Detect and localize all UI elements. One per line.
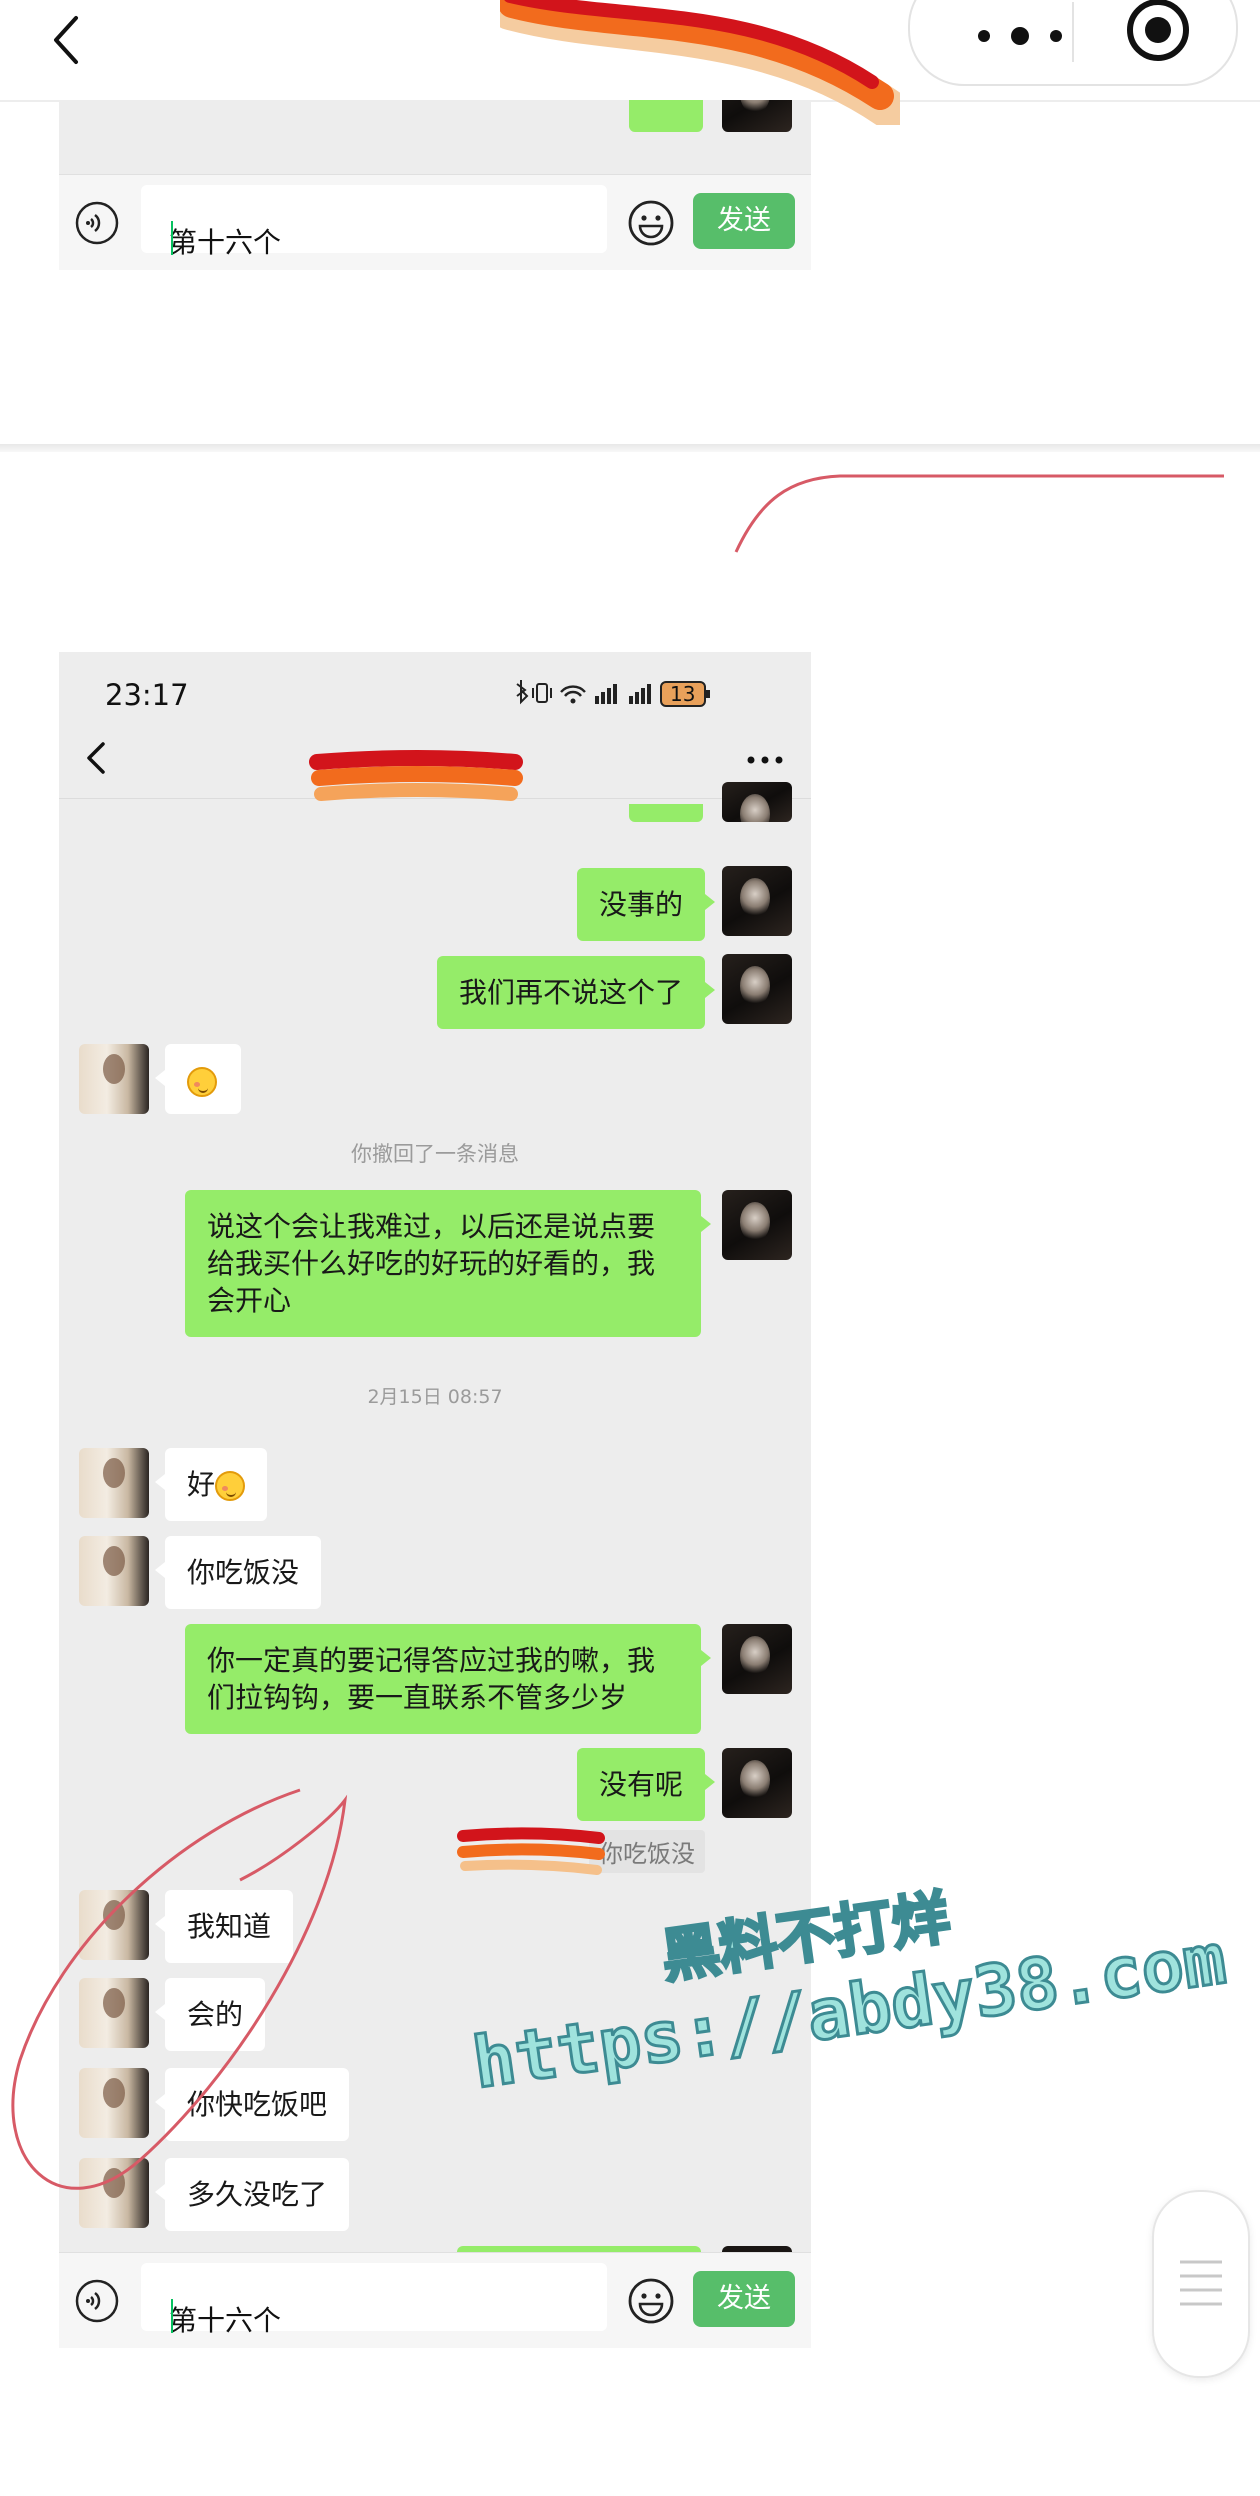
section-separator bbox=[0, 444, 1260, 452]
message-bubble-other[interactable]: 好 bbox=[154, 1448, 268, 1521]
avatar-self[interactable] bbox=[722, 1748, 792, 1818]
avatar-self bbox=[722, 782, 792, 822]
draft-text: 第十六个 bbox=[169, 2304, 282, 2337]
smiley-icon[interactable] bbox=[627, 199, 675, 247]
more-dots-icon[interactable] bbox=[960, 16, 1080, 56]
message-bubble-other[interactable]: 你吃饭没 bbox=[154, 1536, 322, 1609]
partial-bubble bbox=[629, 100, 703, 132]
text-caret bbox=[171, 2299, 173, 2333]
message-bubble-me[interactable]: 说这个会让我难过，以后还是说点要给我买什么好吃的好玩的好看的，我会开心 bbox=[185, 1190, 711, 1337]
avatar-contact[interactable] bbox=[79, 1044, 149, 1114]
avatar-contact[interactable] bbox=[79, 1536, 149, 1606]
timestamp: 2月15日 08:57 bbox=[367, 1386, 503, 1408]
chat-panel-top: 第十六个 发送 bbox=[59, 100, 811, 270]
redaction-mark-name bbox=[309, 750, 523, 801]
status-time: 23:17 bbox=[105, 678, 189, 712]
avatar-self[interactable] bbox=[722, 1190, 792, 1260]
back-chevron-icon[interactable] bbox=[40, 8, 100, 68]
status-bar: 23:17 13 bbox=[59, 652, 811, 714]
menu-lines-icon bbox=[1180, 2260, 1222, 2306]
voice-icon[interactable] bbox=[75, 201, 119, 245]
draft-text: 第十六个 bbox=[169, 226, 282, 259]
capsule-divider bbox=[1072, 2, 1074, 62]
message-input[interactable]: 第十六个 bbox=[141, 2263, 607, 2337]
message-bubble-me[interactable]: 你一定真的要记得答应过我的嗽，我们拉钩钩，要一直联系不管多少岁 bbox=[185, 1624, 711, 1734]
message-input[interactable]: 第十六个 bbox=[141, 185, 607, 259]
back-chevron-icon[interactable] bbox=[81, 740, 111, 776]
message-bubble-me[interactable]: 我们再不说这个了 bbox=[436, 956, 716, 1029]
message-bubble-me[interactable]: 没事的 bbox=[576, 868, 716, 941]
send-button[interactable]: 发送 bbox=[693, 193, 795, 249]
annotation-circle bbox=[11, 1788, 348, 2190]
redaction-mark-quote bbox=[457, 1827, 605, 1875]
avatar-self[interactable] bbox=[722, 1624, 792, 1694]
avatar-self bbox=[722, 100, 792, 132]
input-bar-top: 第十六个 发送 bbox=[59, 174, 811, 270]
floating-menu-button[interactable] bbox=[1152, 2190, 1250, 2378]
partial-bubble bbox=[629, 804, 703, 822]
smile-emoji-icon bbox=[215, 1471, 246, 1501]
message-bubble-me[interactable]: 没有呢 bbox=[576, 1748, 716, 1821]
system-message: 你撤回了一条消息 bbox=[351, 1142, 519, 1166]
avatar-self[interactable] bbox=[722, 866, 792, 936]
input-bar-bottom: 第十六个 发送 bbox=[59, 2252, 811, 2348]
avatar-self[interactable] bbox=[722, 954, 792, 1024]
battery-level: 13 bbox=[670, 682, 696, 706]
message-text: 好 bbox=[187, 1468, 216, 1501]
status-icons bbox=[516, 680, 710, 707]
mini-program-capsule bbox=[908, 0, 1238, 86]
smiley-icon[interactable] bbox=[627, 2277, 675, 2325]
watermark: 黑料不打烊 https://abdy38.com bbox=[466, 1882, 1232, 2140]
text-caret bbox=[171, 221, 173, 255]
more-dots-icon[interactable] bbox=[745, 754, 785, 766]
avatar-contact[interactable] bbox=[79, 1448, 149, 1518]
close-target-icon[interactable] bbox=[1122, 0, 1194, 66]
smile-emoji-icon bbox=[187, 1067, 217, 1097]
annotation-line bbox=[734, 474, 1224, 553]
send-button[interactable]: 发送 bbox=[693, 2271, 795, 2327]
voice-icon[interactable] bbox=[75, 2279, 119, 2323]
message-bubble-other[interactable] bbox=[155, 1044, 241, 1114]
